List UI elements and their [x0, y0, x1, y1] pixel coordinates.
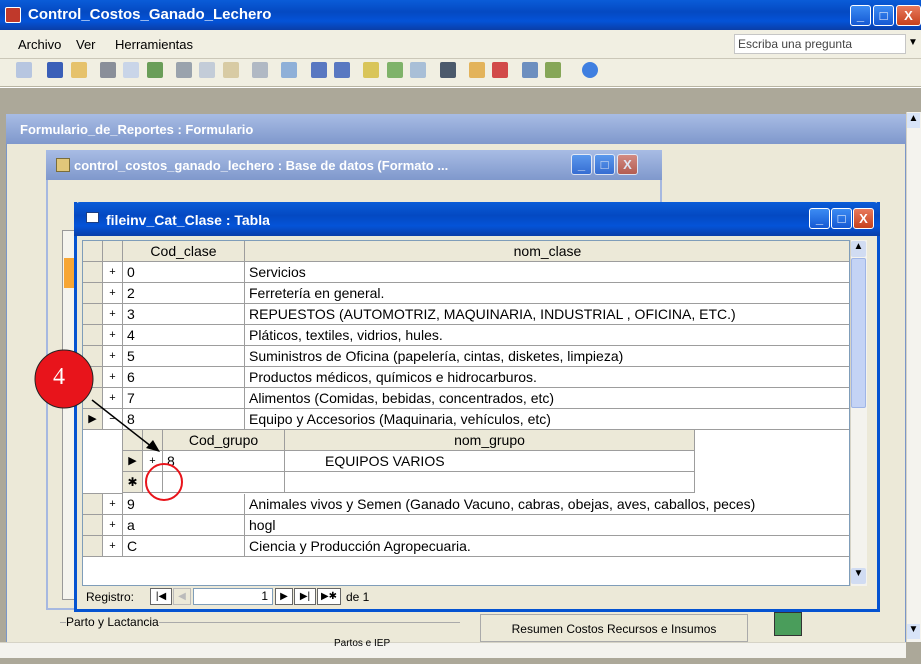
annotation-number: 4: [53, 364, 65, 390]
annotation-target-circle: [145, 463, 183, 501]
annotation-overlay: [34, 349, 183, 501]
annotation-arrowhead: [146, 440, 160, 452]
annotation-arrow: [91, 399, 153, 448]
